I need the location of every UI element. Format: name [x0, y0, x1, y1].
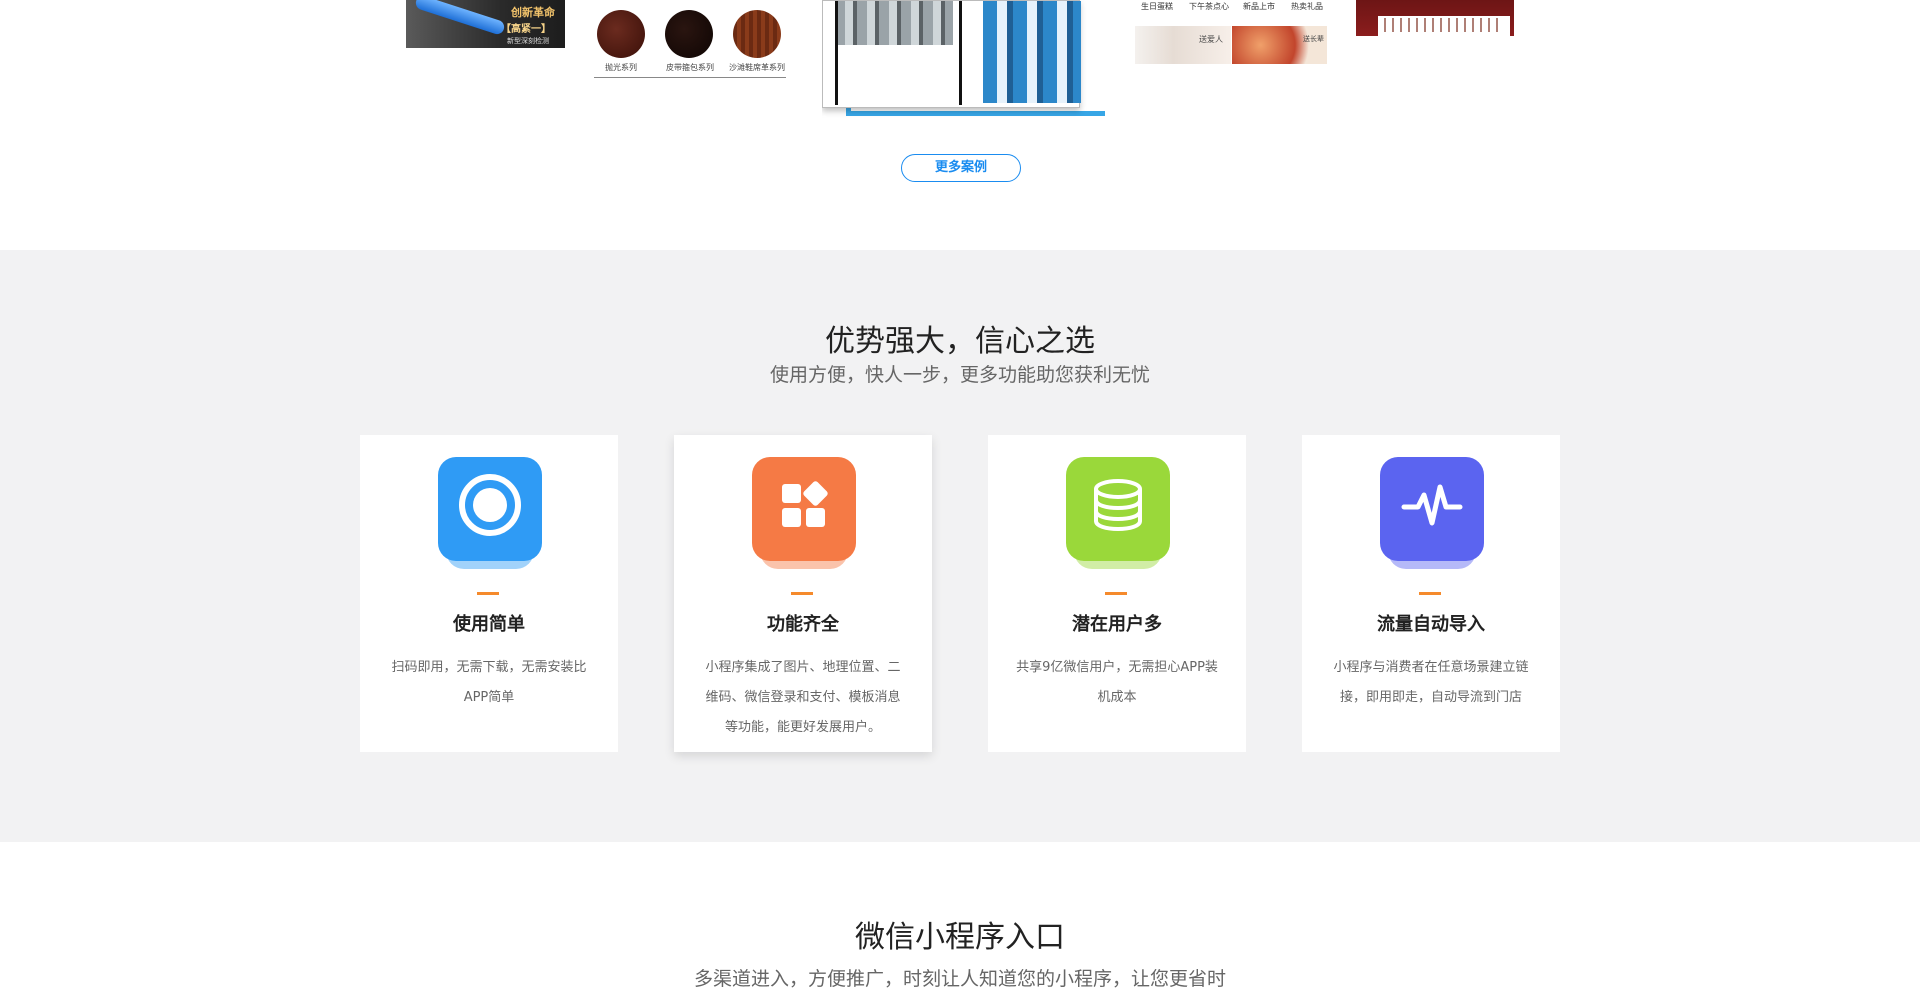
swatch-label: 皮带箍包系列: [666, 63, 714, 72]
bakery-nav-item: 下午茶点心: [1189, 2, 1229, 11]
photo-tag: 送长辈: [1303, 35, 1324, 43]
photo-tag: 送爱人: [1199, 35, 1223, 44]
database-icon: [1066, 457, 1170, 561]
card-divider: [1419, 592, 1441, 595]
card-description: 小程序集成了图片、地理位置、二维码、微信登录和支付、模板消息等功能，能更好发展用…: [705, 660, 901, 735]
advantages-section: 优势强大，信心之选 使用方便，快人一步，更多功能助您获利无忧 使用简单 扫码即用…: [0, 250, 1920, 842]
bakery-nav-item: 新品上市: [1243, 2, 1275, 11]
leather-swatch: [597, 10, 645, 58]
card-divider: [1105, 592, 1127, 595]
leather-swatch: [733, 10, 781, 58]
pie-photo: [1232, 26, 1327, 64]
advantage-card[interactable]: 功能齐全 小程序集成了图片、地理位置、二维码、微信登录和支付、模板消息等功能，能…: [674, 435, 932, 752]
featured-screen: [822, 0, 1081, 108]
section-subtitle: 多渠道进入，方便推广，时刻让人知道您的小程序，让您更省时: [693, 968, 1226, 990]
grid-apps-icon: [752, 457, 856, 561]
card-description: 共享9亿微信用户，无需担心APP装机成本: [1016, 660, 1218, 705]
case-thumbnail-pen[interactable]: 创新革命 【高紧一】 新型深刻检测: [406, 0, 565, 48]
case-caption: 新型深刻检测: [507, 37, 549, 45]
bakery-nav: 生日蛋糕 下午茶点心 新品上市 热卖礼品: [1135, 0, 1327, 14]
store-shelf-photo: [835, 1, 953, 45]
card-description: 小程序与消费者在任意场景建立链接，即用即走，自动导流到门店: [1333, 660, 1529, 705]
advantage-card[interactable]: 使用简单 扫码即用，无需下载，无需安装比APP简单: [360, 435, 618, 752]
product-packs-photo: [983, 1, 1081, 103]
case-title: 创新革命: [511, 6, 555, 19]
entry-section: 微信小程序入口 多渠道进入，方便推广，时刻让人知道您的小程序，让您更省时: [0, 842, 1920, 1000]
pulse-icon: [1380, 457, 1484, 561]
case-subtitle: 【高紧一】: [501, 24, 551, 35]
leather-swatch: [665, 10, 713, 58]
card-description: 扫码即用，无需下载，无需安装比APP简单: [391, 660, 587, 705]
case-thumbnail-leather[interactable]: 抛光系列 皮带箍包系列 沙滩鞋席革系列: [594, 0, 786, 78]
section-title: 微信小程序入口: [855, 920, 1065, 955]
scan-circle-icon: [438, 457, 542, 561]
swatch-label: 抛光系列: [605, 63, 637, 72]
bakery-nav-item: 生日蛋糕: [1141, 2, 1173, 11]
card-divider: [791, 592, 813, 595]
case-thumbnail-red[interactable]: [1356, 0, 1514, 36]
section-subtitle: 使用方便，快人一步，更多功能助您获利无忧: [769, 364, 1150, 386]
pen-graphic: [414, 0, 506, 36]
card-title: 功能齐全: [767, 614, 839, 635]
advantage-card[interactable]: 流量自动导入 小程序与消费者在任意场景建立链接，即用即走，自动导流到门店: [1302, 435, 1560, 752]
card-title: 流量自动导入: [1377, 614, 1485, 635]
card-title: 潜在用户多: [1072, 614, 1162, 635]
bakery-nav-item: 热卖礼品: [1291, 2, 1323, 11]
cake-photo: [1135, 26, 1231, 64]
case-thumbnail-bakery[interactable]: 生日蛋糕 下午茶点心 新品上市 热卖礼品 送爱人 送长辈: [1135, 0, 1327, 66]
section-title: 优势强大，信心之选: [825, 324, 1095, 359]
card-title: 使用简单: [453, 614, 525, 635]
advantage-card[interactable]: 潜在用户多 共享9亿微信用户，无需担心APP装机成本: [988, 435, 1246, 752]
case-gallery: 创新革命 【高紧一】 新型深刻检测 抛光系列 皮带箍包系列 沙滩鞋席革系列 生日…: [0, 0, 1920, 250]
case-thumbnail-featured[interactable]: [822, 0, 1105, 120]
swatch-label: 沙滩鞋席革系列: [729, 63, 785, 72]
more-cases-button[interactable]: 更多案例: [901, 154, 1021, 182]
card-divider: [477, 592, 499, 595]
